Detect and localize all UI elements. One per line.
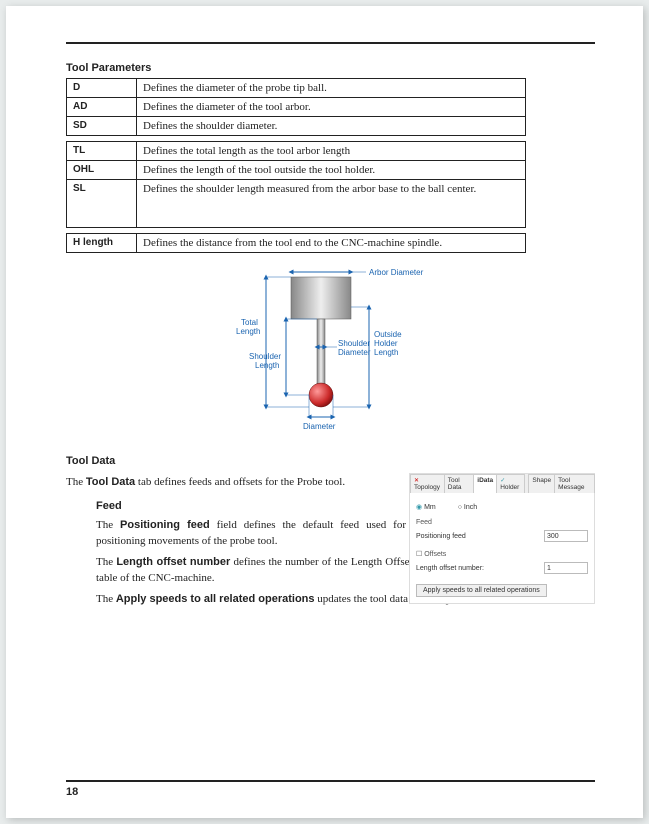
table-row: OHLDefines the length of the tool outsid…	[67, 161, 526, 180]
positioning-feed-input[interactable]: 300	[544, 530, 588, 542]
table-row: SDDefines the shoulder diameter.	[67, 117, 526, 136]
table-row: ADDefines the diameter of the tool arbor…	[67, 98, 526, 117]
radio-inch[interactable]: Inch	[458, 504, 477, 511]
tool-diagram: Arbor Diameter TotalLength ShoulderLengt…	[211, 267, 451, 437]
tab-shape[interactable]: Shape	[528, 474, 555, 493]
positioning-feed-label: Positioning feed	[416, 533, 544, 540]
feed-text: The Positioning feed field defines the d…	[96, 518, 406, 549]
table-row: TLDefines the total length as the tool a…	[67, 142, 526, 161]
tab-idata[interactable]: iData	[473, 474, 497, 493]
tool-params-table: DDefines the diameter of the probe tip b…	[66, 78, 526, 253]
tool-data-section: The Tool Data tab defines feeds and offs…	[66, 475, 595, 607]
document-page: Tool Parameters DDefines the diameter of…	[6, 6, 643, 818]
tool-data-heading: Tool Data	[66, 455, 595, 467]
tool-data-intro: The Tool Data tab defines feeds and offs…	[66, 475, 406, 490]
table-row: DDefines the diameter of the probe tip b…	[67, 79, 526, 98]
page-footer: 18	[66, 780, 595, 798]
page-number: 18	[66, 786, 595, 798]
tab-topology[interactable]: Topology	[410, 474, 445, 493]
table-row: H lengthDefines the distance from the to…	[67, 234, 526, 253]
tab-holder[interactable]: Holder	[496, 474, 525, 493]
feed-heading: Feed	[96, 500, 406, 512]
label-shoulder-diameter: ShoulderDiameter	[338, 339, 371, 357]
label-arbor-diameter: Arbor Diameter	[369, 268, 424, 277]
label-total-length: TotalLength	[236, 318, 260, 336]
length-offset-input[interactable]: 1	[544, 562, 588, 574]
feed-group-label: Feed	[416, 519, 588, 526]
top-rule	[66, 42, 595, 44]
tool-params-heading: Tool Parameters	[66, 62, 595, 74]
apply-speeds-button[interactable]: Apply speeds to all related operations	[416, 584, 547, 597]
offsets-group-label[interactable]: Offsets	[416, 550, 588, 558]
panel-tabs: Topology Tool Data iData Holder Shape To…	[410, 474, 594, 493]
tab-tool-data[interactable]: Tool Data	[444, 474, 474, 493]
length-offset-label: Length offset number:	[416, 565, 544, 572]
tool-data-panel: Topology Tool Data iData Holder Shape To…	[409, 473, 595, 604]
label-shoulder-length: ShoulderLength	[249, 352, 281, 370]
radio-mm[interactable]: Mm	[416, 503, 436, 511]
label-diameter: Diameter	[303, 422, 336, 431]
label-ohl: OutsideHolderLength	[374, 330, 402, 357]
tab-tool-message[interactable]: Tool Message	[554, 474, 595, 493]
table-row: SLDefines the shoulder length measured f…	[67, 180, 526, 228]
